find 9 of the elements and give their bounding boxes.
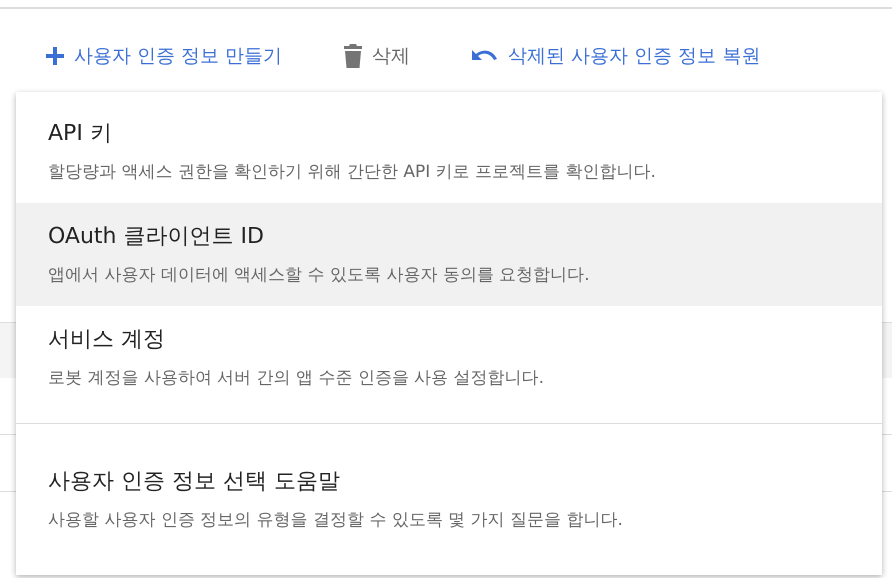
menu-item[interactable]: 사용자 인증 정보 선택 도움말 사용할 사용자 인증 정보의 유형을 결정할 수 있도록 몇 가지 질문을 합니다.	[16, 448, 882, 551]
restore-button[interactable]: 삭제된 사용자 인증 정보 복원	[460, 39, 770, 73]
menu-item[interactable]: OAuth 클라이언트 ID 앱에서 사용자 데이터에 액세스할 수 있도록 사용자 동의를 요청합니다.	[16, 203, 882, 306]
trash-icon	[342, 43, 364, 69]
menu-item[interactable]: API 키 할당량과 액세스 권한을 확인하기 위해 간단한 API 키로 프로젝트를 확인합니다.	[16, 100, 882, 203]
delete-button[interactable]: 삭제	[332, 39, 420, 73]
plus-icon	[44, 45, 66, 67]
menu-item[interactable]: 서비스 계정 로봇 계정을 사용하여 서버 간의 앱 수준 인증을 사용 설정합니다.	[16, 306, 882, 409]
create-button[interactable]: 사용자 인증 정보 만들기	[34, 39, 292, 73]
